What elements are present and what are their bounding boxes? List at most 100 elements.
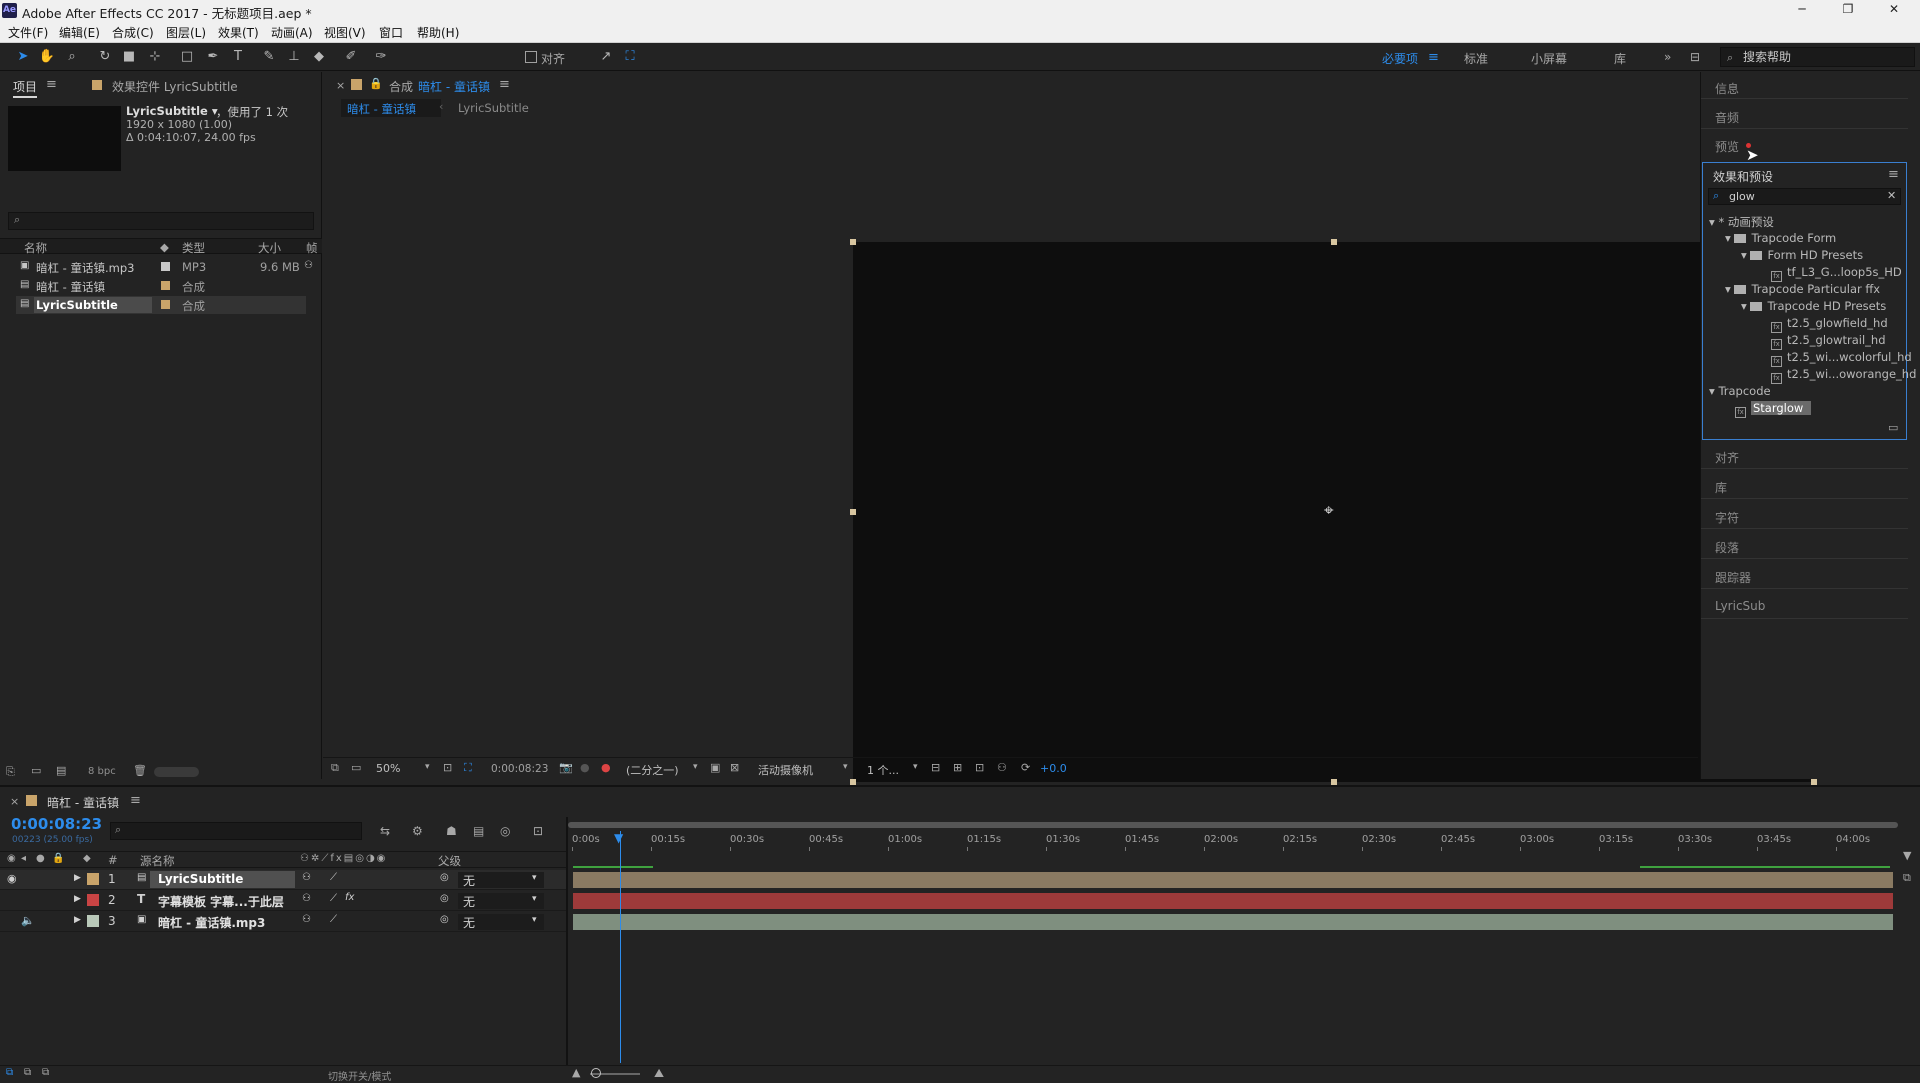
new-comp-icon[interactable]: ▤ — [56, 764, 66, 777]
view-layout-select[interactable]: 1 个... — [867, 762, 899, 778]
menu-composition[interactable]: 合成(C) — [112, 24, 154, 41]
work-area-bar[interactable] — [568, 819, 1898, 829]
panel-menu-icon[interactable]: ≡ — [130, 793, 141, 808]
pan-behind-tool-icon[interactable]: ⊹ — [146, 48, 164, 66]
clone-stamp-tool-icon[interactable]: ⊥ — [285, 48, 303, 66]
zoom-in-icon[interactable]: ⛰ — [654, 1066, 664, 1081]
current-time[interactable]: 0:00:08:23 — [491, 763, 548, 775]
minimize-icon[interactable]: ─ — [1787, 2, 1817, 19]
col-source-name[interactable]: 源名称 — [140, 853, 175, 869]
transform-handle[interactable] — [850, 239, 856, 245]
monitor-icon[interactable]: ▭ — [351, 761, 361, 774]
selection-tool-icon[interactable]: ➤ — [14, 48, 32, 66]
pick-whip-icon[interactable]: ◎ — [440, 914, 449, 925]
project-item[interactable]: ▣ 暗杠 - 童话镇.mp3 MP3 9.6 MB ⚇ — [16, 258, 313, 276]
camera-select[interactable]: 活动摄像机 — [758, 762, 813, 778]
show-snapshot-icon[interactable]: ● — [580, 761, 590, 774]
label-swatch[interactable] — [161, 262, 170, 271]
fast-preview-icon[interactable]: ⊞ — [953, 761, 962, 774]
menu-edit[interactable]: 编辑(E) — [59, 24, 100, 41]
region-of-interest-icon[interactable]: ▣ — [710, 761, 720, 774]
chevron-down-icon[interactable]: ▾ — [913, 762, 918, 772]
label-swatch[interactable] — [161, 300, 170, 309]
quality-icon[interactable]: ⟋ — [330, 872, 337, 883]
pick-whip-icon[interactable]: ◎ — [440, 872, 449, 883]
delete-icon[interactable]: 🗑 — [133, 764, 147, 777]
more-workspaces-icon[interactable]: » — [1664, 50, 1671, 64]
panel-tracker[interactable]: 跟踪器 — [1715, 569, 1751, 586]
layer-row[interactable]: ▶ 2 T 字幕模板 字幕...于此层 ⚇ ⟋ fx ◎ 无 ▾ — [0, 891, 566, 911]
collapse-transform-icon[interactable]: ⚇ — [302, 872, 311, 883]
close-tab-icon[interactable]: × — [10, 795, 19, 808]
transform-handle[interactable] — [1330, 239, 1337, 245]
comp-button-icon[interactable]: ⧉ — [1903, 871, 1911, 885]
col-parent[interactable]: 父级 — [438, 853, 461, 869]
pen-tool-icon[interactable]: ✒ — [204, 48, 222, 66]
tree-preset[interactable]: fx t2.5_glowtrail_hd — [1771, 333, 1886, 350]
motion-blur-icon[interactable]: ◎ — [500, 824, 510, 838]
workspace-standard[interactable]: 标准 — [1464, 50, 1488, 67]
col-size[interactable]: 大小 — [258, 240, 281, 256]
panel-libraries[interactable]: 库 — [1715, 479, 1727, 496]
col-name[interactable]: 名称 — [24, 240, 47, 256]
fx-icon[interactable]: fx — [345, 892, 354, 903]
tab-composition[interactable]: 暗杠 - 童话镇 — [418, 78, 490, 95]
menu-animation[interactable]: 动画(A) — [271, 24, 313, 41]
collapse-transform-icon[interactable]: ⚇ — [302, 893, 311, 904]
expand-arrow-icon[interactable]: ▶ — [74, 894, 81, 904]
puppet-tool-icon[interactable]: ✑ — [372, 48, 390, 66]
tree-preset[interactable]: fx t2.5_glowfield_hd — [1771, 316, 1888, 333]
snapshot-icon[interactable]: 📷 — [559, 761, 573, 774]
layer-switches-icon[interactable]: ⧉ — [6, 1067, 13, 1078]
lock-icon[interactable]: 🔒 — [369, 77, 383, 90]
tree-folder[interactable]: ▾ Form HD Presets — [1741, 248, 1863, 262]
expand-arrow-icon[interactable]: ▶ — [74, 873, 81, 883]
tree-root[interactable]: ▾ Trapcode — [1709, 384, 1771, 398]
layer-name-field[interactable]: LyricSubtitle — [150, 871, 295, 888]
effects-search-input[interactable]: ⌕ glow ✕ — [1708, 188, 1901, 205]
tree-folder[interactable]: ▾ Trapcode HD Presets — [1741, 299, 1886, 313]
current-time-indicator[interactable] — [620, 831, 621, 1063]
transparency-grid-icon[interactable]: ⊠ — [730, 761, 739, 774]
close-tab-icon[interactable]: × — [336, 79, 345, 92]
grid-icon[interactable]: ⛶ — [464, 761, 472, 775]
type-tool-icon[interactable]: T — [229, 48, 247, 66]
workspace-small-screen[interactable]: 小屏幕 — [1531, 50, 1567, 67]
project-search-input[interactable] — [8, 212, 314, 230]
frame-blending-icon[interactable]: ▤ — [473, 824, 484, 838]
timeline-splitter[interactable] — [566, 817, 568, 1065]
brush-tool-icon[interactable]: ✎ — [260, 48, 278, 66]
panel-menu-icon[interactable]: ≡ — [46, 77, 57, 92]
label-swatch[interactable] — [161, 281, 170, 290]
thumbnail-size-slider[interactable] — [154, 767, 199, 777]
modes-icon[interactable]: ⧉ — [24, 1067, 31, 1078]
layer-track-bar[interactable] — [573, 872, 1893, 888]
panel-audio[interactable]: 音频 — [1715, 109, 1739, 126]
hand-tool-icon[interactable]: ✋ — [38, 48, 56, 66]
time-navigator[interactable] — [568, 822, 1898, 828]
workspace-libraries[interactable]: 库 — [1614, 50, 1626, 67]
tree-preset[interactable]: fx t2.5_wi...wcolorful_hd — [1771, 350, 1912, 367]
workspace-menu-icon[interactable]: ≡ — [1428, 50, 1439, 65]
breadcrumb-item[interactable]: LyricSubtitle — [458, 101, 529, 115]
new-folder-icon[interactable]: ▭ — [31, 764, 41, 777]
camera-tool-icon[interactable]: ■ — [120, 48, 138, 66]
label-swatch[interactable] — [87, 873, 99, 885]
menu-view[interactable]: 视图(V) — [324, 24, 366, 41]
transform-handle[interactable] — [850, 509, 856, 515]
tree-root[interactable]: ▾ * 动画预设 — [1709, 214, 1774, 230]
panel-info[interactable]: 信息 — [1715, 80, 1739, 97]
tab-effect-controls[interactable]: 效果控件 LyricSubtitle — [112, 78, 238, 95]
resolution-select[interactable]: (二分之一) — [626, 762, 679, 778]
roto-brush-tool-icon[interactable]: ✐ — [342, 48, 360, 66]
pick-whip-icon[interactable]: ◎ — [440, 893, 449, 904]
in-out-icon[interactable]: ⧉ — [42, 1067, 49, 1078]
label-swatch[interactable] — [87, 894, 99, 906]
layer-row[interactable]: ◉ ▶ 1 ▤ LyricSubtitle ⚇ ⟋ ◎ 无 ▾ — [0, 870, 566, 890]
panel-character[interactable]: 字符 — [1715, 509, 1739, 526]
toggle-pixel-aspect-icon[interactable]: ⊟ — [931, 761, 940, 774]
always-preview-icon[interactable]: ⧉ — [331, 761, 339, 775]
panel-toggle-icon[interactable]: ⊟ — [1690, 50, 1700, 64]
clear-search-icon[interactable]: ✕ — [1887, 189, 1896, 202]
audio-speaker-icon[interactable]: 🔈 — [21, 914, 35, 927]
